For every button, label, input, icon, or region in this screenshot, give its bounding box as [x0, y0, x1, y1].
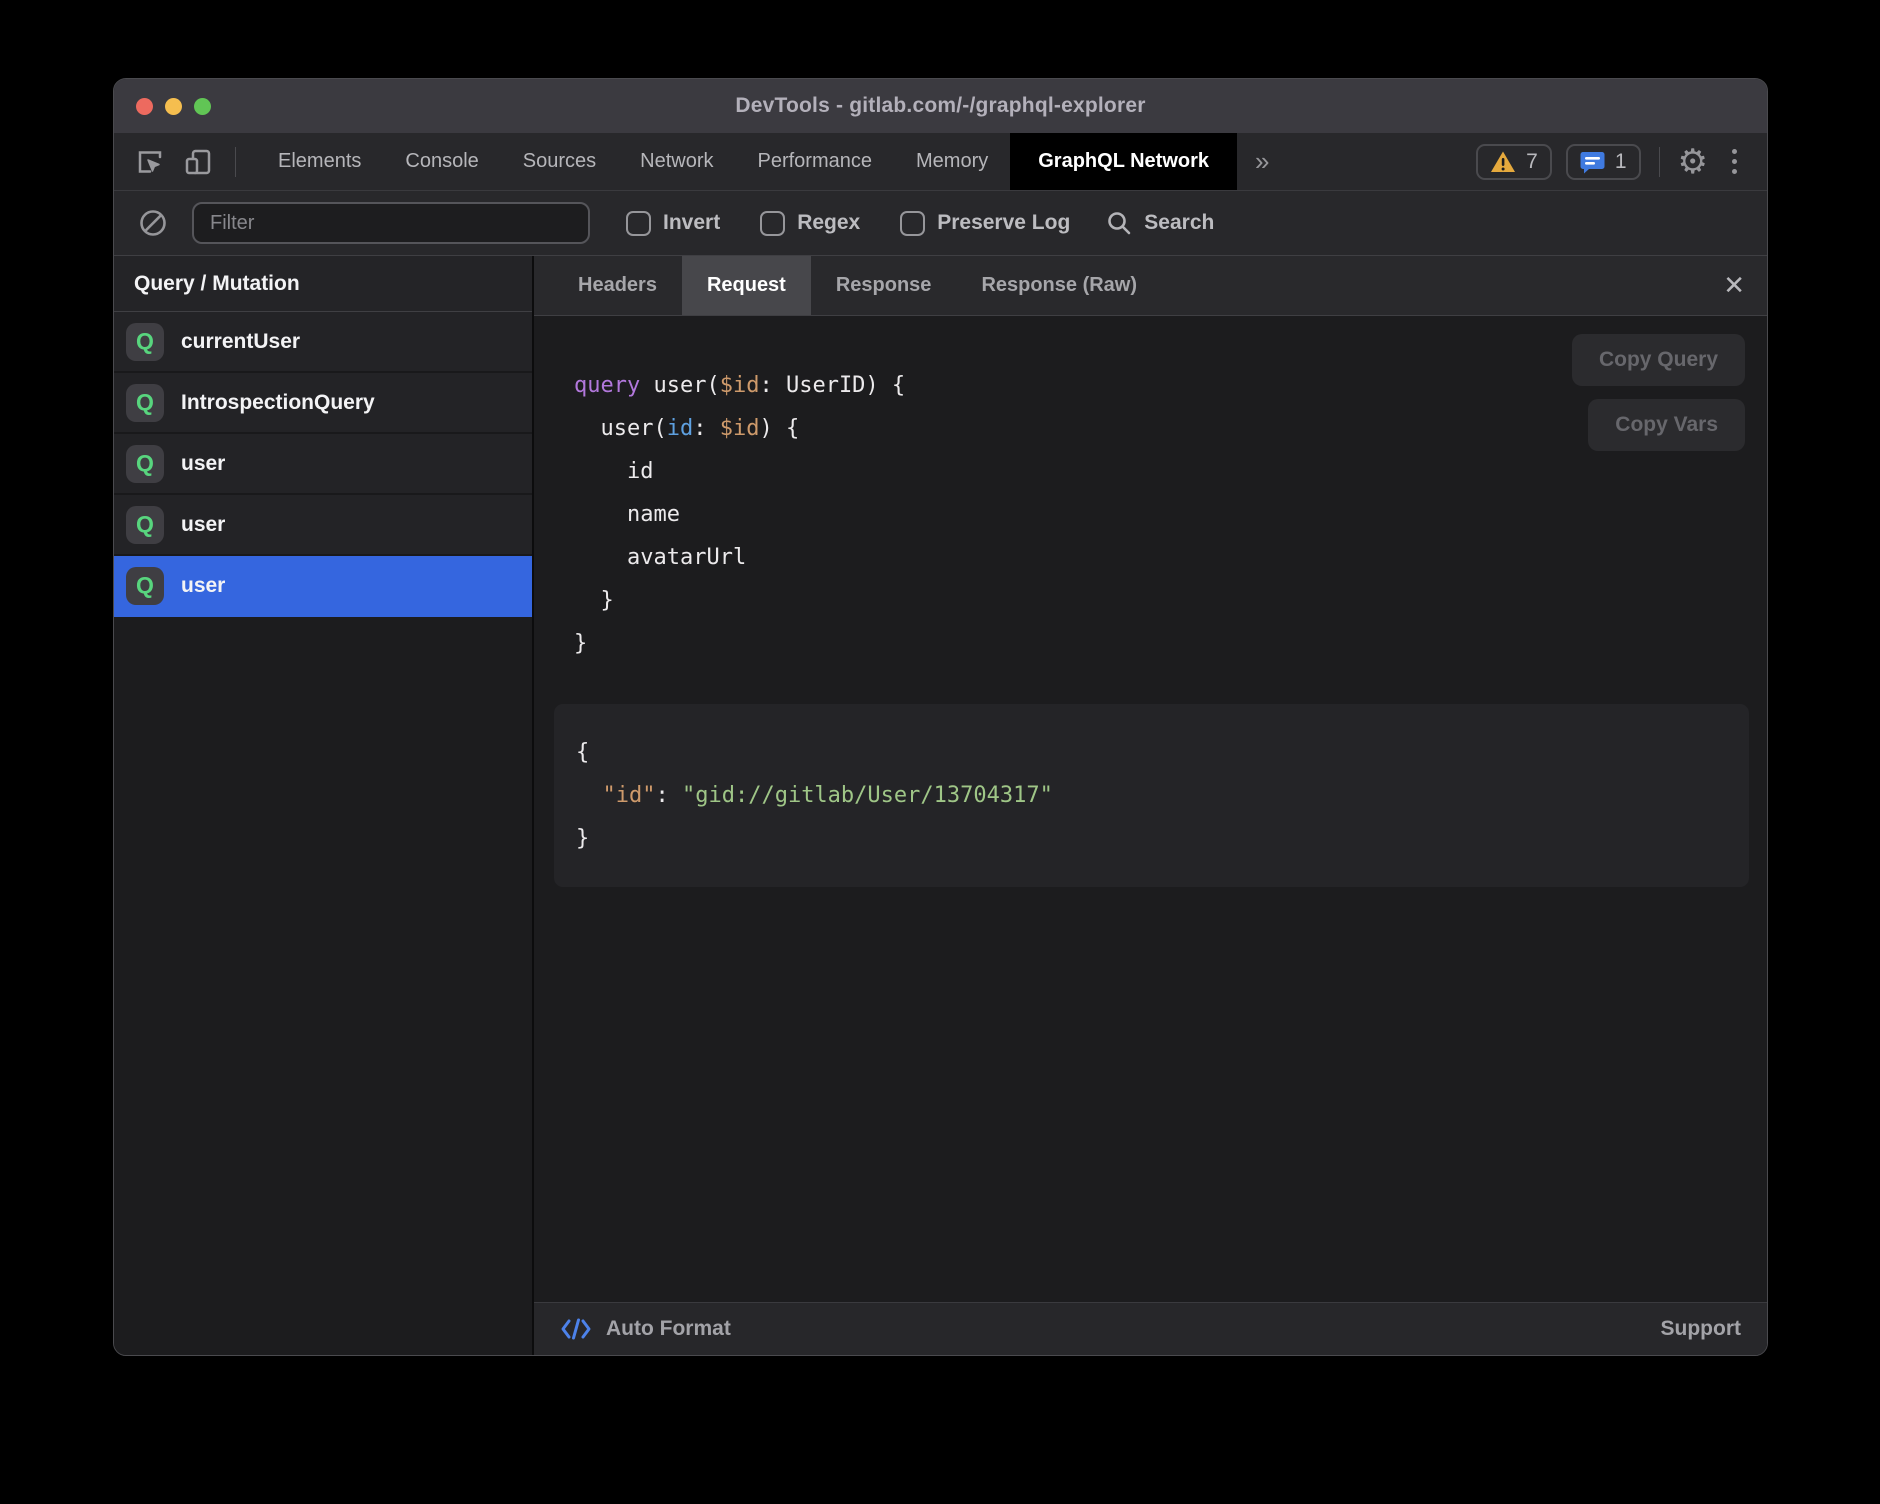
warnings-badge[interactable]: 7 [1476, 144, 1552, 180]
auto-format-label: Auto Format [606, 1317, 731, 1341]
detail-tab-bar: HeadersRequestResponseResponse (Raw) ✕ [534, 256, 1767, 316]
checkbox-label: Regex [797, 211, 860, 235]
copy-query-button[interactable]: Copy Query [1572, 334, 1745, 386]
tab-response[interactable]: Response [811, 256, 957, 315]
messages-badge[interactable]: 1 [1566, 144, 1641, 180]
message-count: 1 [1615, 150, 1627, 174]
auto-format-button[interactable]: Auto Format [560, 1317, 731, 1341]
clear-block-icon[interactable] [138, 208, 168, 238]
tab-network[interactable]: Network [618, 133, 735, 190]
traffic-lights [136, 79, 211, 133]
search-label: Search [1144, 211, 1214, 235]
request-detail-panel: HeadersRequestResponseResponse (Raw) ✕ Co… [534, 256, 1767, 1355]
checkbox-regex[interactable]: Regex [760, 211, 860, 236]
message-icon [1580, 150, 1605, 174]
panel-tab-bar: ElementsConsoleSourcesNetworkPerformance… [256, 133, 1237, 190]
code-line: { [576, 731, 1727, 774]
checkbox-invert[interactable]: Invert [626, 211, 720, 236]
checkbox-box [760, 211, 785, 236]
support-link[interactable]: Support [1661, 1317, 1741, 1341]
code-line: "id": "gid://gitlab/User/13704317" [576, 774, 1727, 817]
toolbar-right-separator [1659, 147, 1660, 177]
request-body-view: Copy QueryCopy Vars query user($id: User… [534, 316, 1767, 1302]
list-item-label: user [181, 513, 225, 537]
devtools-window: DevTools - gitlab.com/-/graphql-explorer… [113, 78, 1768, 1356]
tab-performance[interactable]: Performance [736, 133, 895, 190]
tab-request[interactable]: Request [682, 256, 811, 315]
checkbox-label: Invert [663, 211, 720, 235]
code-line: } [576, 817, 1727, 860]
copy-buttons: Copy Query Copy Vars [1572, 334, 1745, 451]
copy-vars-button[interactable]: Copy Vars [1588, 399, 1745, 451]
devtools-toolbar: ElementsConsoleSourcesNetworkPerformance… [114, 133, 1767, 191]
list-item[interactable]: Quser [114, 495, 532, 556]
code-line: avatarUrl [574, 536, 1767, 579]
filter-input[interactable] [192, 202, 590, 244]
query-type-badge: Q [126, 445, 164, 483]
code-line: id [574, 450, 1767, 493]
list-item[interactable]: QcurrentUser [114, 312, 532, 373]
tab-headers[interactable]: Headers [553, 256, 682, 315]
toolbar-separator [235, 147, 236, 177]
checkbox-label: Preserve Log [937, 211, 1070, 235]
settings-gear-icon[interactable]: ⚙ [1678, 145, 1708, 179]
request-list: QcurrentUserQIntrospectionQueryQuserQuse… [114, 312, 532, 1355]
warning-count: 7 [1526, 150, 1538, 174]
code-line: } [574, 622, 1767, 665]
filter-checkboxes: Invert Regex Preserve Log [626, 211, 1070, 236]
tab-response-raw[interactable]: Response (Raw) [956, 256, 1162, 315]
list-item[interactable]: Q IntrospectionQuery [114, 373, 532, 434]
list-item-label: user [181, 574, 225, 598]
tab-console[interactable]: Console [383, 133, 500, 190]
query-type-badge: Q [126, 567, 164, 605]
checkbox-preserve-log[interactable]: Preserve Log [900, 211, 1070, 236]
inspect-element-icon[interactable] [135, 147, 165, 177]
query-type-badge: Q [126, 384, 164, 422]
search-icon [1106, 210, 1132, 236]
titlebar: DevTools - gitlab.com/-/graphql-explorer [114, 79, 1767, 133]
window-title: DevTools - gitlab.com/-/graphql-explorer [735, 94, 1145, 118]
tab-memory[interactable]: Memory [894, 133, 1010, 190]
tab-graphql-network[interactable]: GraphQL Network [1010, 133, 1237, 190]
kebab-menu-icon[interactable] [1722, 145, 1747, 178]
more-tabs-chevron-icon[interactable]: » [1237, 146, 1287, 177]
checkbox-box [900, 211, 925, 236]
query-type-badge: Q [126, 323, 164, 361]
search-toggle[interactable]: Search [1106, 210, 1214, 236]
code-line: } [574, 579, 1767, 622]
panel-footer: Auto Format Support [534, 1302, 1767, 1355]
tab-sources[interactable]: Sources [501, 133, 618, 190]
close-window-button[interactable] [136, 98, 153, 115]
query-type-badge: Q [126, 506, 164, 544]
code-line: name [574, 493, 1767, 536]
filter-bar: Invert Regex Preserve Log Search [114, 191, 1767, 256]
code-brackets-icon [560, 1317, 592, 1341]
list-item-label: currentUser [181, 330, 300, 354]
checkbox-box [626, 211, 651, 236]
request-list-sidebar: Query / Mutation QcurrentUserQIntrospect… [114, 256, 534, 1355]
list-item[interactable]: Quser [114, 434, 532, 495]
list-item-label: IntrospectionQuery [181, 391, 375, 415]
close-panel-icon[interactable]: ✕ [1723, 256, 1745, 315]
list-item-label: user [181, 452, 225, 476]
sidebar-header-label: Query / Mutation [134, 272, 300, 296]
graphql-variables-box: { "id": "gid://gitlab/User/13704317"} [554, 704, 1749, 887]
list-item[interactable]: Quser [114, 556, 532, 617]
zoom-window-button[interactable] [194, 98, 211, 115]
minimize-window-button[interactable] [165, 98, 182, 115]
warning-icon [1490, 150, 1516, 174]
sidebar-header: Query / Mutation [114, 256, 532, 312]
device-toolbar-icon[interactable] [183, 147, 213, 177]
tab-elements[interactable]: Elements [256, 133, 383, 190]
